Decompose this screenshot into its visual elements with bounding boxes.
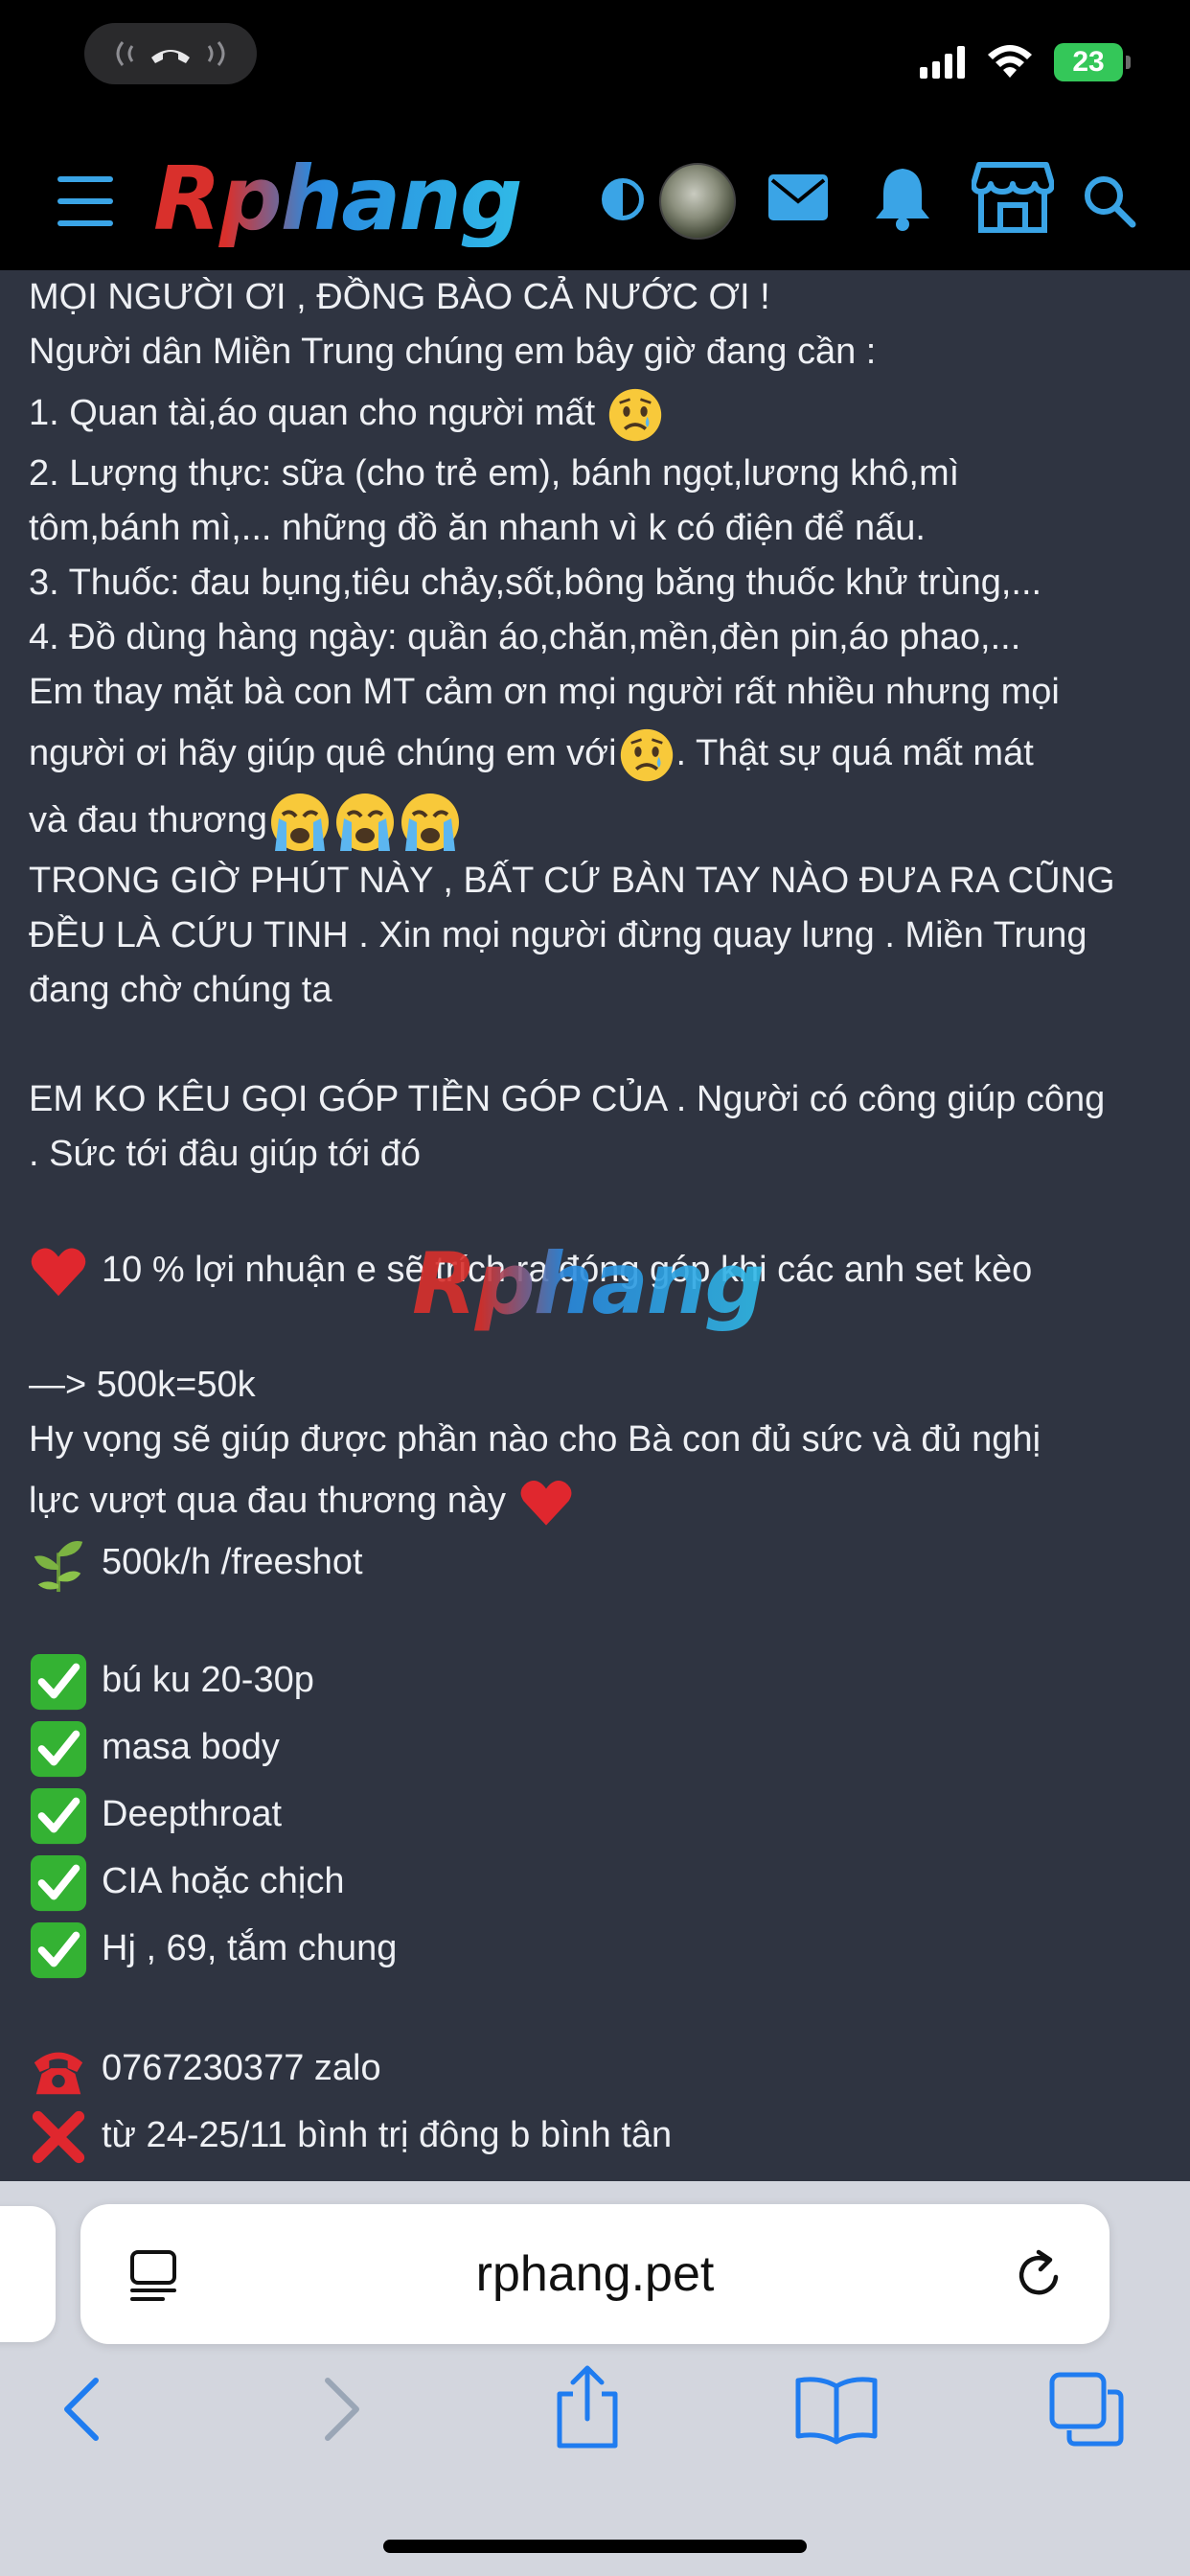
post-line: 4. Đồ dùng hàng ngày: quần áo,chăn,mền,đ… — [29, 617, 1021, 657]
post-line: tôm,bánh mì,... những đồ ăn nhanh vì k c… — [29, 508, 926, 548]
sad-face-icon — [608, 388, 661, 442]
theme-toggle-icon[interactable] — [602, 178, 644, 220]
post-line: 3. Thuốc: đau bụng,tiêu chảy,sốt,bông bă… — [29, 563, 1042, 603]
post-line: và đau thương — [29, 787, 1169, 854]
post-line-text: masa body — [102, 1727, 280, 1767]
post-line-text: lực vượt qua đau thương này — [29, 1481, 506, 1521]
heart-icon — [31, 1248, 86, 1297]
post-line: Người dân Miền Trung chúng em bây giờ đa… — [29, 332, 877, 372]
post-line-text: và đau thương — [29, 800, 267, 840]
battery-level: 23 — [1072, 46, 1105, 78]
post-line: bú ku 20-30p — [29, 1646, 1169, 1714]
post-line-text: Hj , 69, tắm chung — [102, 1928, 398, 1968]
post-line-text: . Thật sự quá mất mát — [675, 733, 1034, 773]
status-icons: 23 — [920, 38, 1131, 86]
store-icon[interactable] — [972, 159, 1054, 236]
check-mark-icon — [30, 1653, 87, 1711]
menu-icon[interactable] — [57, 176, 113, 226]
post-line: 500k/h /freeshot — [29, 1529, 1169, 1596]
check-mark-icon — [30, 1854, 87, 1912]
post-line-text: 1. Quan tài,áo quan cho người mất — [29, 393, 596, 433]
active-call-pill[interactable] — [84, 23, 257, 84]
post-line: lực vượt qua đau thương này — [29, 1467, 1169, 1534]
post-line-text: Deepthroat — [102, 1794, 283, 1834]
home-indicator[interactable] — [383, 2540, 807, 2553]
crying-face-icon — [400, 793, 459, 851]
heart-icon — [520, 1481, 572, 1526]
post-line: 0767230377 zalo — [29, 2035, 1169, 2102]
check-mark-icon — [30, 1921, 87, 1979]
site-logo[interactable]: Rphang — [153, 151, 556, 247]
post-line: từ 24-25/11 bình trị đông b bình tân — [29, 2102, 1169, 2169]
previous-tab-preview[interactable] — [0, 2206, 56, 2342]
url-text[interactable]: rphang.pet — [253, 2242, 937, 2306]
post-line: Hy vọng sẽ giúp được phần nào cho Bà con… — [29, 1419, 1041, 1460]
post-line: CIA hoặc chịch — [29, 1848, 1169, 1915]
site-header: Rphang — [0, 134, 1190, 270]
back-icon[interactable] — [54, 2371, 111, 2448]
post-line-text: 500k/h /freeshot — [102, 1542, 363, 1582]
post-line: 2. Lượng thực: sữa (cho trẻ em), bánh ng… — [29, 453, 960, 494]
signal-icon — [920, 46, 965, 79]
post-line: 10 % lợi nhuận e sẽ trích ra đóng góp kh… — [29, 1236, 1169, 1303]
avatar[interactable] — [659, 163, 736, 240]
crying-face-icon — [270, 793, 329, 851]
post-line: —> 500k=50k — [29, 1365, 256, 1405]
forward-icon[interactable] — [312, 2371, 370, 2448]
post-line: Hj , 69, tắm chung — [29, 1915, 1169, 1982]
telephone-icon — [34, 2052, 83, 2095]
cross-mark-icon — [32, 2110, 85, 2164]
battery-indicator: 23 — [1054, 43, 1131, 81]
post-line-text: từ 24-25/11 bình trị đông b bình tân — [102, 2115, 673, 2155]
post-line-text: 0767230377 zalo — [102, 2048, 381, 2088]
check-mark-icon — [30, 1787, 87, 1845]
post-line-text: bú ku 20-30p — [102, 1660, 314, 1700]
mail-icon[interactable] — [767, 171, 830, 224]
post-line: . Sức tới đâu giúp tới đó — [29, 1134, 422, 1174]
wifi-icon — [988, 45, 1032, 78]
search-icon[interactable] — [1081, 172, 1138, 230]
sad-face-icon — [620, 728, 673, 782]
status-bar: 23 — [0, 0, 1190, 134]
post-line: Em thay mặt bà con MT cảm ơn mọi người r… — [29, 672, 1060, 712]
tabs-icon[interactable] — [1048, 2371, 1125, 2448]
crying-face-icon — [335, 793, 394, 851]
reload-icon[interactable] — [1008, 2244, 1069, 2306]
bookmarks-icon[interactable] — [793, 2373, 880, 2446]
post-line: đang chờ chúng ta — [29, 970, 332, 1010]
post-line-text: người ơi hãy giúp quê chúng em với — [29, 733, 617, 773]
check-mark-icon — [30, 1720, 87, 1778]
post-content: MỌI NGƯỜI ƠI , ĐỒNG BÀO CẢ NƯỚC ƠI ! Ngư… — [29, 270, 1169, 2169]
post-line-text: 10 % lợi nhuận e sẽ trích ra đóng góp kh… — [102, 1250, 1033, 1290]
post-line: ĐỀU LÀ CỨU TINH . Xin mọi người đừng qua… — [29, 915, 1087, 955]
post-line: người ơi hãy giúp quê chúng em với . Thậ… — [29, 720, 1169, 787]
post-line: TRONG GIỜ PHÚT NÀY , BẤT CỨ BÀN TAY NÀO … — [29, 861, 1115, 901]
browser-toolbar: rphang.pet — [0, 2181, 1190, 2576]
seedling-icon — [34, 1540, 83, 1593]
bell-icon[interactable] — [872, 163, 933, 232]
post-line: EM KO KÊU GỌI GÓP TIỀN GÓP CỦA . Người c… — [29, 1079, 1106, 1119]
address-bar[interactable]: rphang.pet — [80, 2204, 1110, 2344]
post-line: Deepthroat — [29, 1781, 1169, 1848]
post-line-text: CIA hoặc chịch — [102, 1861, 345, 1901]
post-line: 1. Quan tài,áo quan cho người mất — [29, 380, 1169, 447]
page-menu-icon[interactable] — [123, 2244, 184, 2306]
phone-call-icon — [116, 41, 225, 66]
share-icon[interactable] — [552, 2363, 623, 2451]
post-line: masa body — [29, 1714, 1169, 1781]
post-line: MỌI NGƯỜI ƠI , ĐỒNG BÀO CẢ NƯỚC ƠI ! — [29, 277, 770, 317]
